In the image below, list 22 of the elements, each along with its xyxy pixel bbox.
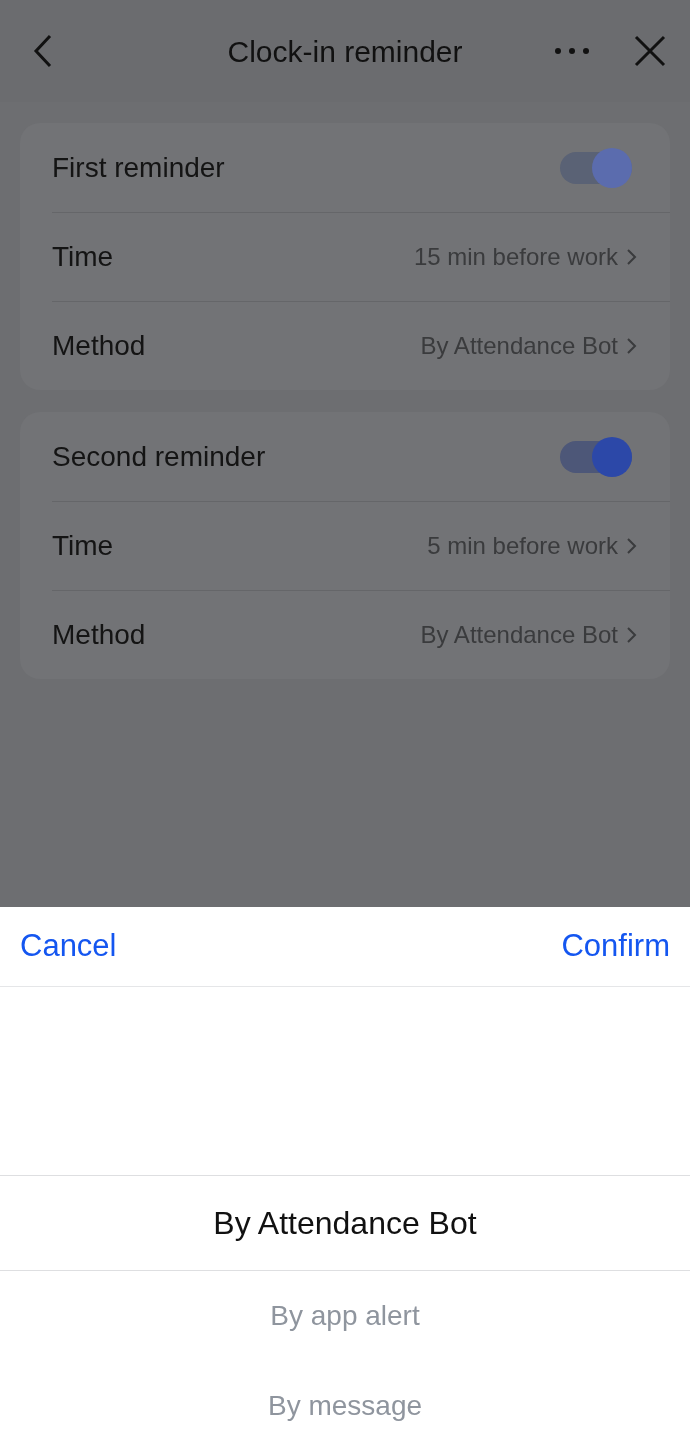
chevron-right-icon [626,537,638,555]
picker-option[interactable]: By Attendance Bot [0,1175,690,1271]
row-label: Method [52,618,146,652]
close-icon[interactable] [634,35,666,67]
row-label: First reminder [52,150,225,185]
row-label: Time [52,240,114,274]
row-value[interactable]: 5 min before work [427,528,618,564]
confirm-button[interactable]: Confirm [561,923,670,970]
row-value[interactable]: By Attendance Bot [420,328,618,364]
more-icon[interactable] [554,46,590,56]
chevron-right-icon [626,248,638,266]
cancel-button[interactable]: Cancel [20,923,117,970]
chevron-right-icon [626,337,638,355]
row-label: Time [52,529,114,563]
chevron-right-icon [626,626,638,644]
row-label: Method [52,329,146,363]
row-value[interactable]: 15 min before work [413,239,618,275]
picker-option[interactable]: By message [0,1361,690,1451]
row-label: Second reminder [52,439,266,474]
row-value[interactable]: By Attendance Bot [420,617,618,653]
page-title: Clock-in reminder [227,33,463,70]
picker-option[interactable]: By app alert [0,1271,690,1361]
